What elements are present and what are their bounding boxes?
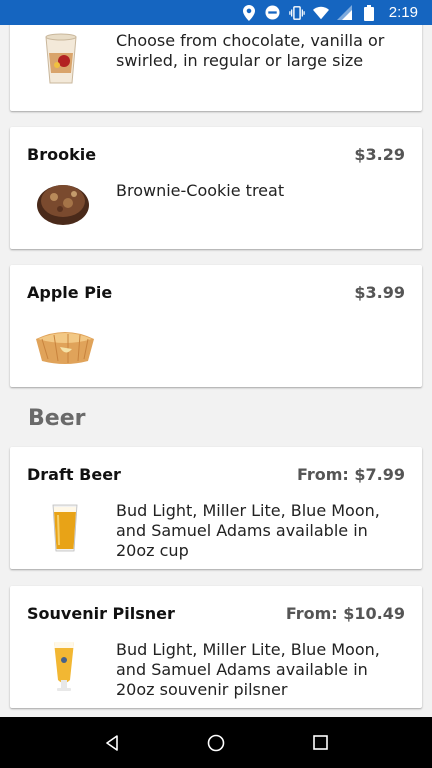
vibrate-icon <box>289 5 305 21</box>
item-title: Souvenir Pilsner <box>27 604 175 623</box>
item-title: Brookie <box>27 145 97 164</box>
menu-item-soft-serve[interactable]: Choose from chocolate, vanilla or swirle… <box>10 25 422 111</box>
item-description: Bud Light, Miller Lite, Blue Moon, and S… <box>116 640 380 699</box>
draft-beer-image <box>52 503 78 557</box>
menu-item-souvenir-pilsner[interactable]: Souvenir Pilsner From: $10.49 Bud Light,… <box>10 586 422 708</box>
clock: 2:19 <box>388 4 418 21</box>
back-icon[interactable] <box>100 731 124 755</box>
status-bar: 2:19 <box>0 0 432 25</box>
battery-icon <box>361 4 377 21</box>
item-description: Brownie-Cookie treat <box>116 181 285 200</box>
item-title: Draft Beer <box>27 465 121 484</box>
menu-item-brookie[interactable]: Brookie $3.29 Brownie-Cookie treat <box>10 127 422 249</box>
item-description: Choose from chocolate, vanilla or swirle… <box>116 31 385 70</box>
cell-signal-icon <box>337 5 353 21</box>
section-heading-beer: Beer <box>28 406 86 431</box>
item-price: $3.99 <box>354 283 405 302</box>
item-price: From: $7.99 <box>296 465 405 484</box>
wifi-icon <box>312 5 329 21</box>
menu-item-apple-pie[interactable]: Apple Pie $3.99 <box>10 265 422 387</box>
soft-serve-cup-image <box>44 33 78 89</box>
home-icon[interactable] <box>204 731 228 755</box>
do-not-disturb-icon <box>265 5 281 21</box>
menu-list[interactable]: Choose from chocolate, vanilla or swirle… <box>0 25 432 717</box>
location-icon <box>241 4 257 21</box>
brookie-image <box>36 179 90 231</box>
navigation-bar <box>0 717 432 768</box>
item-price: From: $10.49 <box>285 604 405 623</box>
item-title: Apple Pie <box>27 283 113 302</box>
item-description: Bud Light, Miller Lite, Blue Moon, and S… <box>116 501 380 560</box>
pilsner-glass-image <box>52 640 76 696</box>
recents-icon[interactable] <box>308 731 332 755</box>
menu-item-draft-beer[interactable]: Draft Beer From: $7.99 Bud Light, Miller… <box>10 447 422 569</box>
apple-pie-image <box>34 323 96 369</box>
item-price: $3.29 <box>354 145 405 164</box>
